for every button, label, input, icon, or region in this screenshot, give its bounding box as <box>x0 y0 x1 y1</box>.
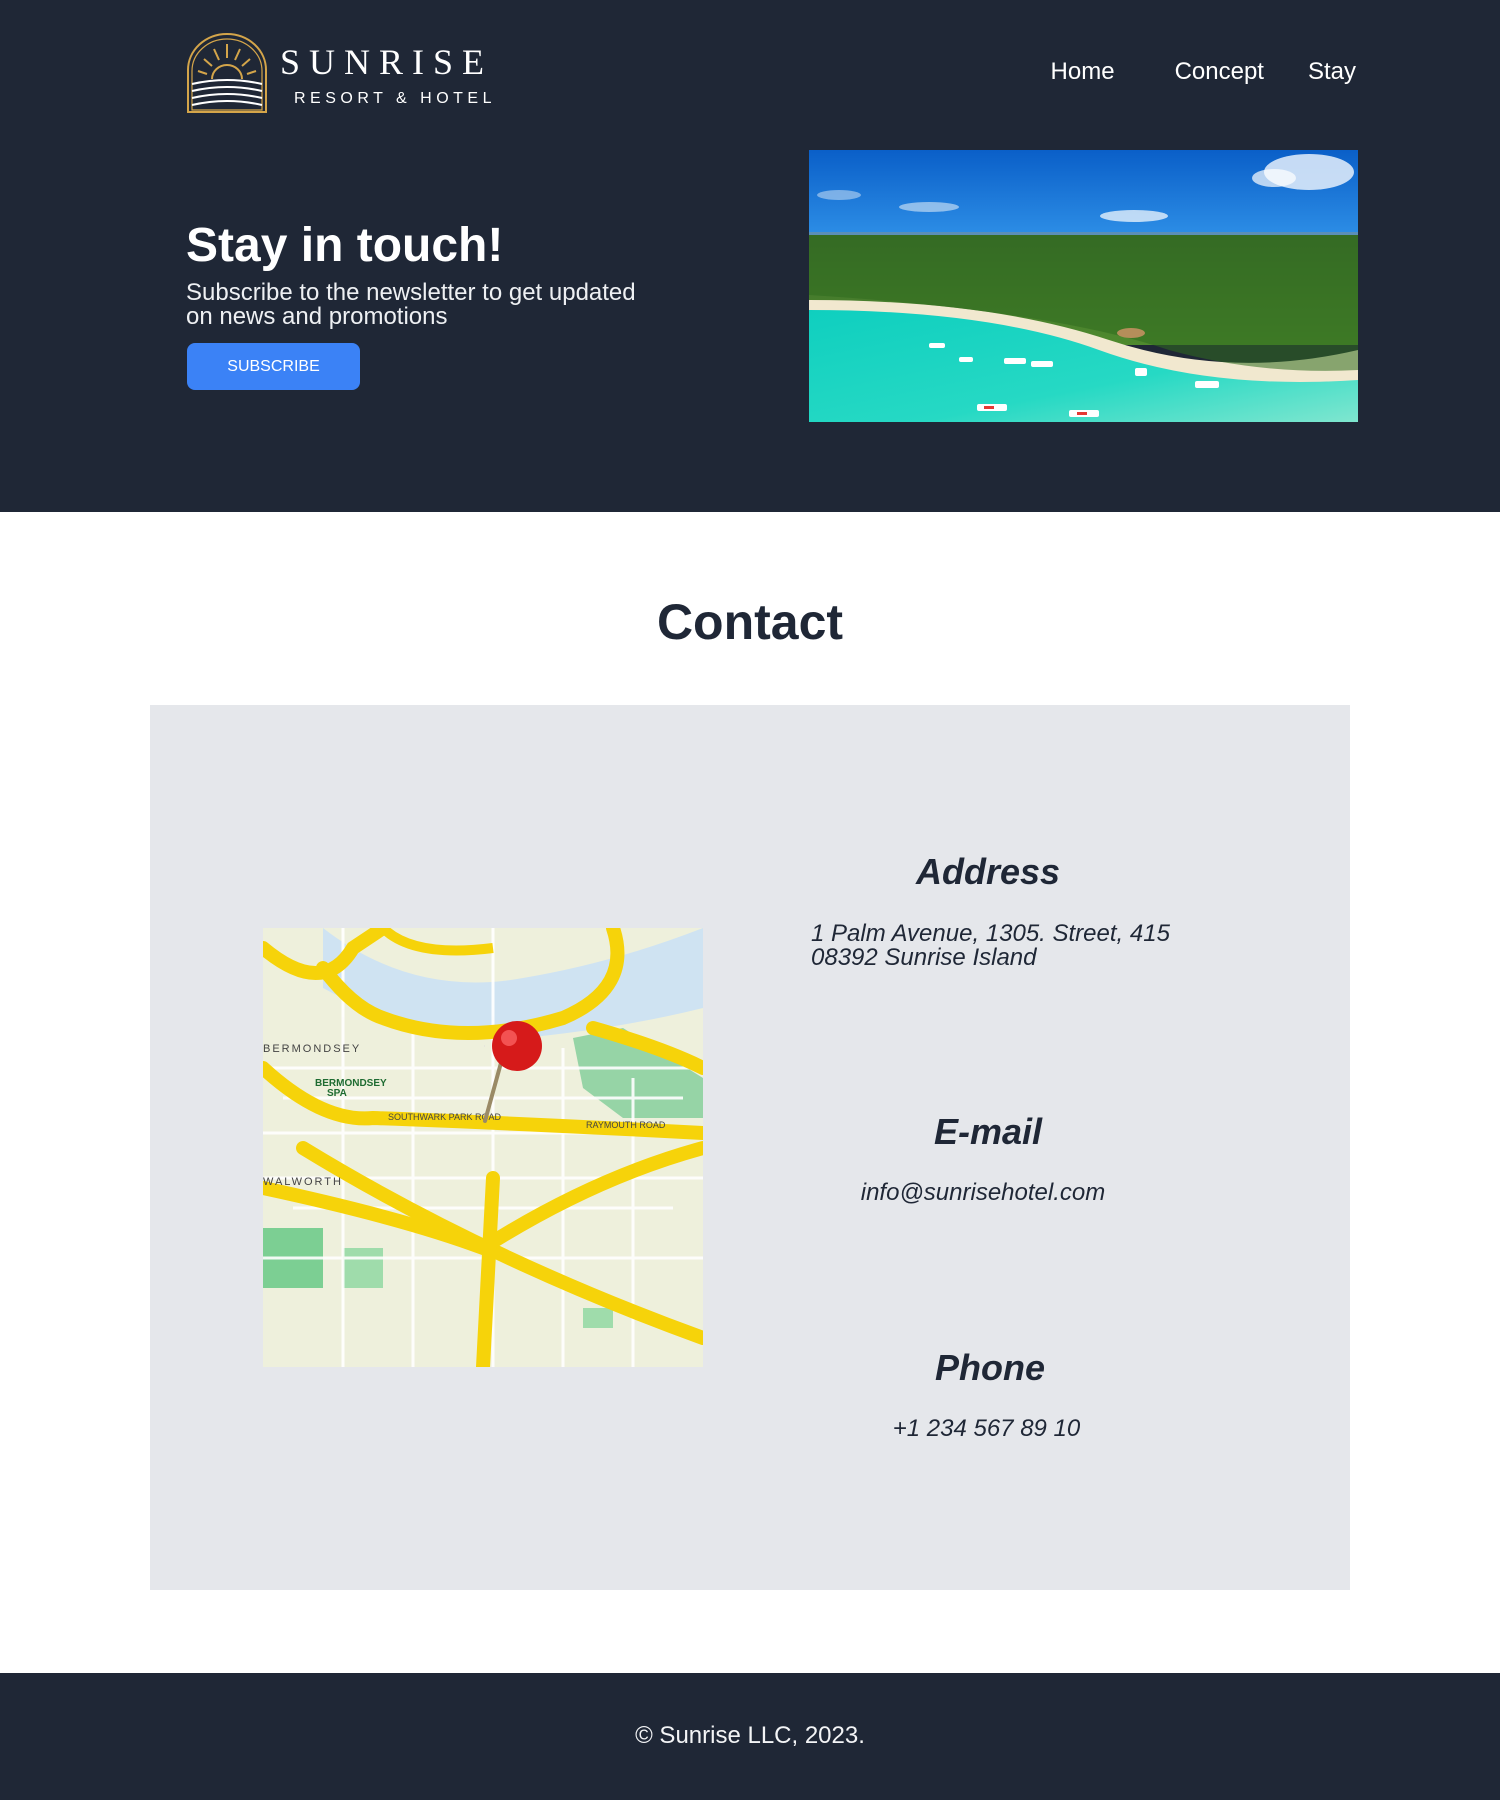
brand-logo[interactable]: SUNRISE RESORT & HOTEL <box>186 32 496 114</box>
email-value[interactable]: info@sunrisehotel.com <box>0 1181 1500 1205</box>
email-heading: E-mail <box>933 1111 1043 1152</box>
footer-copyright: © Sunrise LLC, 2023. <box>635 1722 865 1749</box>
address-line-1: 1 Palm Avenue, 1305. Street, 415 <box>811 920 1170 947</box>
brand-subtitle: RESORT & HOTEL <box>294 90 496 107</box>
svg-text:SPA: SPA <box>327 1088 347 1099</box>
subscribe-button[interactable]: SUBSCRIBE <box>187 343 360 390</box>
nav-link-stay[interactable]: Stay <box>1308 58 1356 86</box>
nav-link-concept[interactable]: Concept <box>1175 58 1264 86</box>
svg-text:RAYMOUTH ROAD: RAYMOUTH ROAD <box>586 1120 666 1130</box>
main-nav: Home Concept Stay <box>1051 58 1356 86</box>
address-heading: Address <box>915 851 1061 892</box>
address-line-2: 08392 Sunrise Island <box>811 944 1037 971</box>
aerial-tropical-beach-image <box>809 150 1358 422</box>
hero-subtitle: Subscribe to the newsletter to get updat… <box>186 279 636 330</box>
site-footer: © Sunrise LLC, 2023. <box>0 1673 1500 1800</box>
map-with-red-pin-image: BERMONDSEY BERMONDSEY SPA SOUTHWARK PARK… <box>263 928 703 1367</box>
sunrise-arch-icon <box>187 33 267 113</box>
svg-text:BERMONDSEY: BERMONDSEY <box>263 1043 361 1055</box>
nav-link-home[interactable]: Home <box>1051 58 1115 86</box>
hero-section: SUNRISE RESORT & HOTEL Home Concept Stay… <box>0 0 1500 512</box>
contact-title: Contact <box>656 594 844 650</box>
phone-heading: Phone <box>934 1347 1046 1388</box>
svg-text:BERMONDSEY: BERMONDSEY <box>315 1078 387 1089</box>
phone-value[interactable]: +1 234 567 89 10 <box>0 1417 1500 1441</box>
hero-title: Stay in touch! <box>186 219 504 272</box>
brand-name: SUNRISE <box>280 42 494 82</box>
